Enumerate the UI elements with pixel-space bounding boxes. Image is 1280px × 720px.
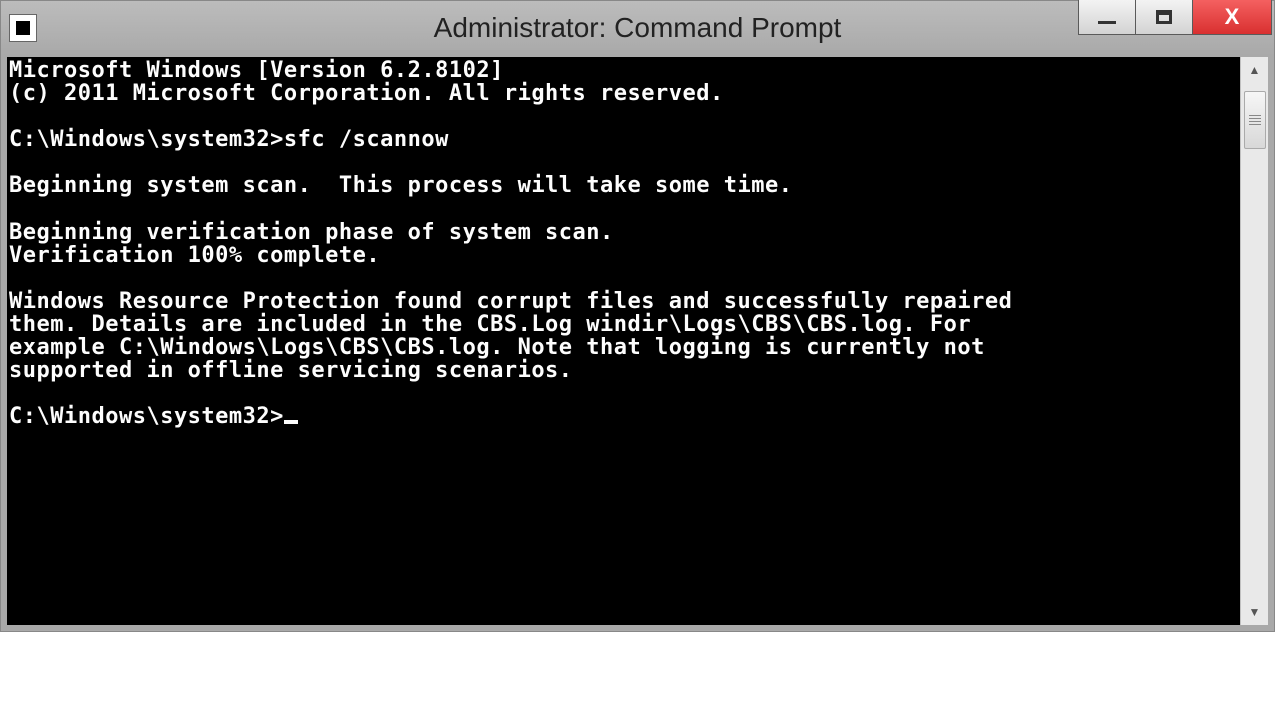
scroll-thumb[interactable] (1244, 91, 1266, 149)
maximize-button[interactable] (1135, 0, 1193, 35)
scroll-up-arrow[interactable]: ▲ (1241, 57, 1268, 83)
console-output[interactable]: Microsoft Windows [Version 6.2.8102] (c)… (7, 57, 1240, 625)
minimize-icon (1098, 21, 1116, 24)
command-prompt-window: Administrator: Command Prompt X Microsof… (0, 0, 1275, 632)
titlebar[interactable]: Administrator: Command Prompt X (1, 1, 1274, 55)
close-icon: X (1225, 4, 1240, 30)
window-title: Administrator: Command Prompt (434, 12, 842, 44)
vertical-scrollbar[interactable]: ▲ ▼ (1240, 57, 1268, 625)
minimize-button[interactable] (1078, 0, 1136, 35)
app-icon (9, 14, 37, 42)
cursor (284, 420, 298, 424)
close-button[interactable]: X (1192, 0, 1272, 35)
client-area: Microsoft Windows [Version 6.2.8102] (c)… (7, 57, 1268, 625)
maximize-icon (1156, 10, 1172, 24)
window-controls: X (1079, 0, 1272, 35)
scroll-down-arrow[interactable]: ▼ (1241, 599, 1268, 625)
